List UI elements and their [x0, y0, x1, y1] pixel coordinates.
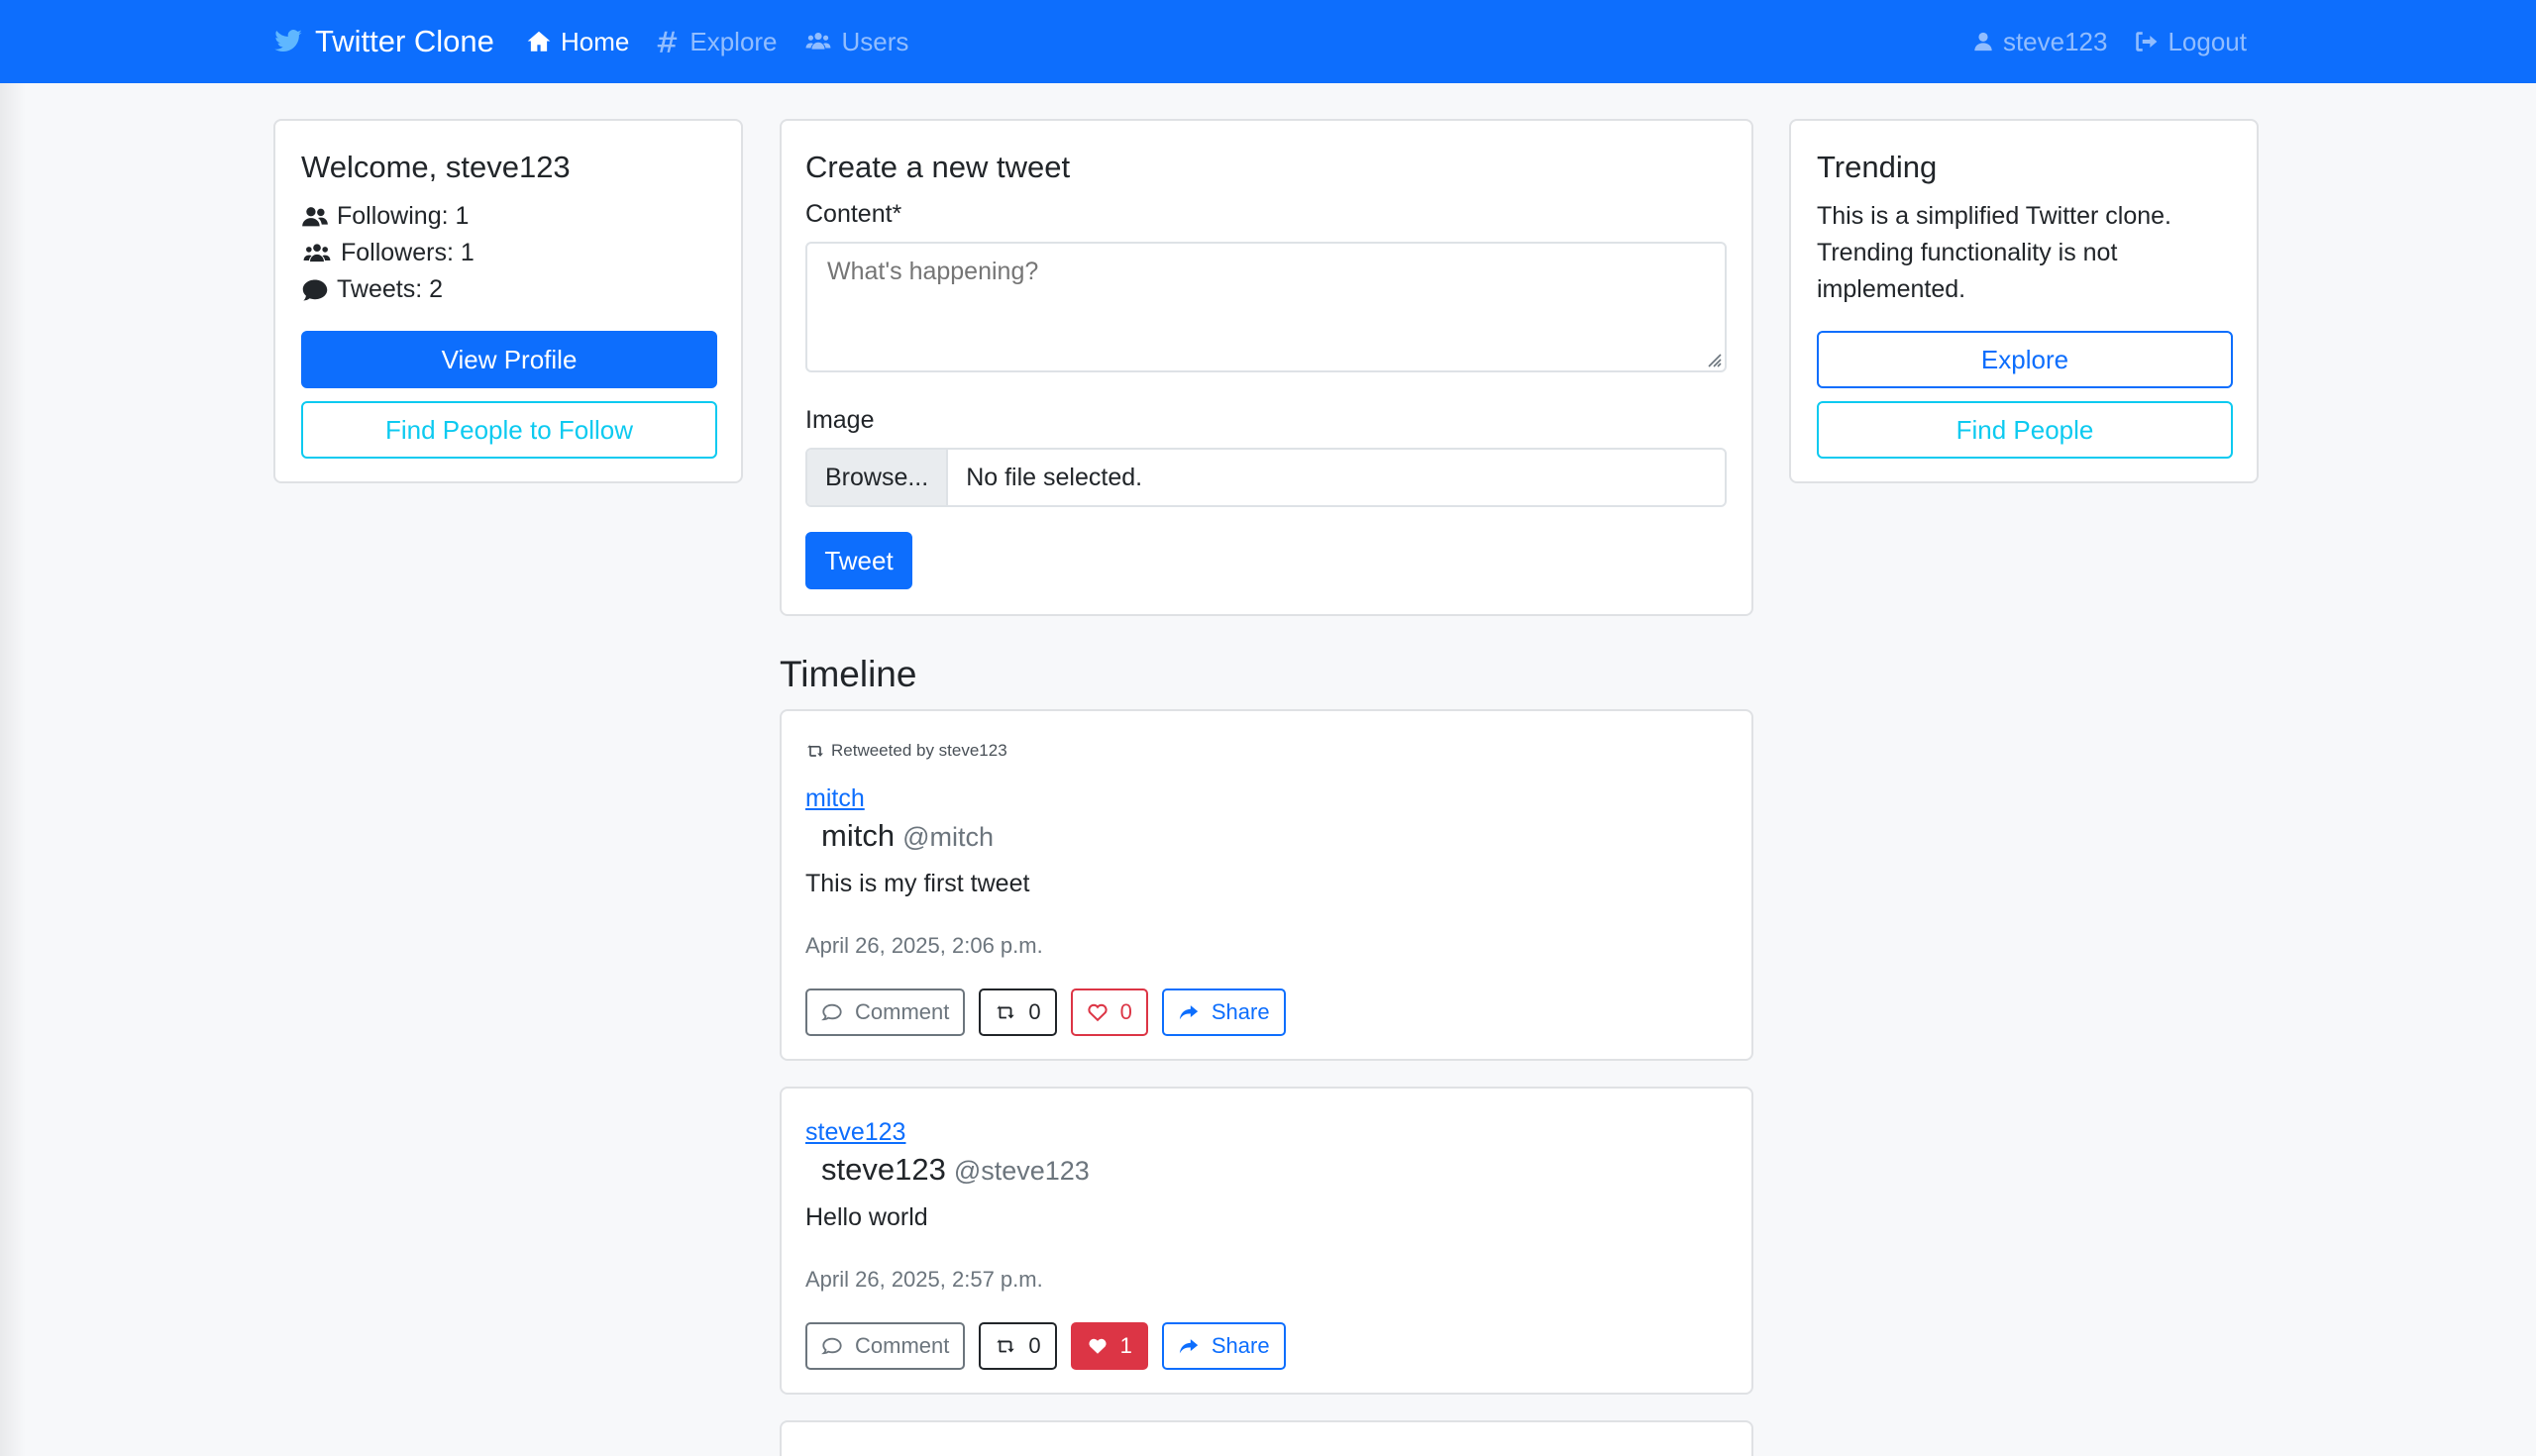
share-label: Share — [1211, 1333, 1270, 1358]
comment-icon — [302, 279, 328, 300]
nav-explore[interactable]: Explore — [655, 26, 778, 57]
compose-tweet-card: Create a new tweet Content* Image Browse… — [780, 119, 1753, 616]
comment-button[interactable]: Comment — [805, 988, 966, 1036]
resize-grip-icon[interactable] — [1705, 351, 1723, 368]
stat-tweets: Tweets: 2 — [301, 271, 475, 308]
trending-card: Trending This is a simplified Twitter cl… — [1789, 119, 2259, 483]
share-label: Share — [1211, 999, 1270, 1024]
timeline-title: Timeline — [780, 654, 917, 694]
retweet-icon — [997, 1004, 1015, 1019]
tweet-content: This is my first tweet — [805, 870, 1030, 897]
logout-icon — [2136, 32, 2158, 52]
browse-button[interactable]: Browse... — [807, 450, 949, 505]
retweet-count: 0 — [1028, 1333, 1041, 1358]
author-name: steve123 — [821, 1152, 946, 1187]
retweet-button[interactable]: 0 — [979, 988, 1057, 1036]
like-button[interactable]: 0 — [1070, 988, 1148, 1036]
retweet-icon — [997, 1338, 1015, 1353]
share-icon — [1179, 1339, 1199, 1354]
page-edge-shadow — [0, 83, 26, 1456]
tweet-actions: Comment 0 0 Share — [805, 988, 1286, 1036]
nav-users[interactable]: Users — [803, 26, 909, 57]
nav-logout[interactable]: Logout — [2133, 27, 2247, 57]
author-name: mitch — [821, 818, 896, 853]
author-handle: @mitch — [902, 822, 994, 852]
content-label: Content* — [805, 200, 902, 228]
tweet-date: April 26, 2025, 2:57 p.m. — [805, 1267, 1043, 1292]
home-icon — [527, 31, 551, 52]
brand-name: Twitter Clone — [315, 24, 494, 58]
retweet-note: Retweeted by steve123 — [805, 741, 1007, 761]
following-count: Following: 1 — [337, 202, 470, 230]
tweet-actions: Comment 0 1 Share — [805, 1322, 1286, 1370]
retweet-icon — [807, 744, 823, 757]
tweets-count: Tweets: 2 — [337, 275, 443, 303]
tweet-card: steve123 steve123 @steve123 Hello world … — [780, 1087, 1753, 1395]
tweet-card — [780, 1420, 1753, 1456]
user-icon — [1974, 32, 1992, 52]
twitter-bird-icon — [274, 30, 302, 52]
users-icon — [303, 243, 331, 261]
tweet-card: Retweeted by steve123 mitch mitch @mitch… — [780, 709, 1753, 1061]
speech-bubble-icon — [821, 1337, 842, 1355]
user-group-icon — [302, 206, 328, 226]
author-line: steve123 @steve123 — [805, 1152, 1090, 1188]
share-button[interactable]: Share — [1161, 988, 1286, 1036]
retweet-note-text: Retweeted by steve123 — [831, 741, 1007, 760]
find-people-button[interactable]: Find People — [1817, 401, 2233, 459]
users-icon — [805, 33, 830, 50]
share-button[interactable]: Share — [1161, 1322, 1286, 1370]
welcome-title: Welcome, steve123 — [301, 150, 571, 184]
nav-home-label: Home — [561, 26, 630, 56]
stat-following: Following: 1 — [301, 198, 475, 235]
author-line: mitch @mitch — [805, 818, 994, 854]
brand-link[interactable]: Twitter Clone — [273, 0, 494, 83]
hashtag-icon — [658, 31, 678, 52]
like-button-liked[interactable]: 1 — [1070, 1322, 1148, 1370]
tweet-date: April 26, 2025, 2:06 p.m. — [805, 933, 1043, 958]
nav-links: Home Explore Users — [526, 0, 908, 83]
author-profile-link[interactable]: steve123 — [805, 1118, 905, 1147]
heart-outline-icon — [1088, 1003, 1108, 1022]
comment-label: Comment — [855, 999, 950, 1024]
author-handle: @steve123 — [953, 1156, 1090, 1186]
tweet-submit-button[interactable]: Tweet — [805, 532, 912, 589]
top-navbar: Twitter Clone Home Explore Users steve12… — [0, 0, 2536, 83]
find-people-to-follow-button[interactable]: Find People to Follow — [301, 401, 717, 459]
comment-label: Comment — [855, 1333, 950, 1358]
trending-text: This is a simplified Twitter clone. Tren… — [1817, 202, 2171, 303]
retweet-count: 0 — [1028, 999, 1041, 1024]
comment-button[interactable]: Comment — [805, 1322, 966, 1370]
nav-home[interactable]: Home — [526, 27, 629, 57]
welcome-card: Welcome, steve123 Following: 1 Followers… — [273, 119, 743, 483]
image-file-input[interactable]: Browse... No file selected. — [805, 448, 1727, 507]
nav-user-menu: steve123 Logout — [1972, 0, 2247, 83]
view-profile-button[interactable]: View Profile — [301, 331, 717, 388]
retweet-button[interactable]: 0 — [979, 1322, 1057, 1370]
tweet-content: Hello world — [805, 1203, 928, 1231]
nav-explore-label: Explore — [689, 26, 778, 56]
trending-title: Trending — [1817, 150, 1938, 184]
like-count: 1 — [1119, 1333, 1132, 1358]
like-count: 0 — [1119, 999, 1132, 1024]
heart-filled-icon — [1089, 1338, 1107, 1354]
tweet-content-input[interactable] — [805, 242, 1727, 372]
image-label: Image — [805, 406, 875, 434]
nav-users-label: Users — [841, 26, 909, 56]
followers-count: Followers: 1 — [341, 239, 475, 266]
author-profile-link[interactable]: mitch — [805, 784, 865, 813]
compose-title: Create a new tweet — [805, 150, 1071, 184]
share-icon — [1179, 1005, 1199, 1020]
stat-followers: Followers: 1 — [301, 235, 475, 271]
speech-bubble-icon — [821, 1003, 842, 1021]
nav-logout-label: Logout — [2167, 26, 2247, 56]
explore-button[interactable]: Explore — [1817, 331, 2233, 388]
nav-username: steve123 — [2002, 26, 2108, 56]
nav-profile[interactable]: steve123 — [1972, 26, 2108, 57]
file-status: No file selected. — [966, 463, 1143, 491]
